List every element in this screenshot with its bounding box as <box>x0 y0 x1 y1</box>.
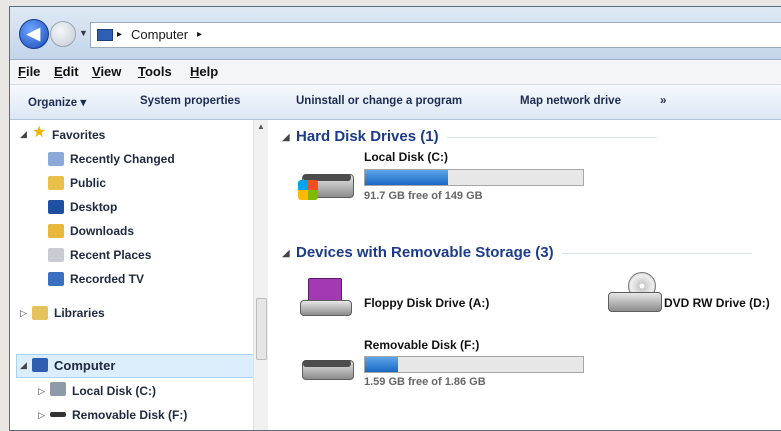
back-arrow-icon: ◀ <box>27 24 41 43</box>
group-removable-storage[interactable]: Devices with Removable Storage (3) <box>296 244 752 261</box>
back-button[interactable]: ◀ <box>19 19 49 49</box>
dvd-drive-icon <box>608 292 662 312</box>
recently-changed-icon <box>48 152 64 166</box>
map-network-drive-button[interactable]: Map network drive <box>520 95 621 107</box>
computer-icon <box>97 29 113 41</box>
public-folder-icon <box>48 176 64 190</box>
group-divider <box>561 252 752 254</box>
drive-a-name[interactable]: Floppy Disk Drive (A:) <box>364 296 489 310</box>
menu-view[interactable]: View <box>92 64 121 79</box>
downloads-icon <box>48 224 64 238</box>
address-box[interactable]: ▸ Computer ▸ <box>90 22 781 48</box>
group-divider <box>446 136 657 138</box>
drive-f-usage-fill <box>365 357 398 372</box>
nav-removable-disk[interactable]: Removable Disk (F:) <box>72 408 187 422</box>
drive-c-usage-fill <box>365 170 448 185</box>
drive-c-name[interactable]: Local Disk (C:) <box>364 150 448 164</box>
computer-selection-highlight <box>16 354 256 378</box>
nav-libraries[interactable]: Libraries <box>54 306 105 320</box>
scroll-up-icon[interactable]: ▲ <box>257 122 265 131</box>
breadcrumb-chevron-icon[interactable]: ▸ <box>197 29 202 40</box>
libraries-icon <box>32 306 48 320</box>
uninstall-program-button[interactable]: Uninstall or change a program <box>296 95 462 107</box>
recent-places-icon <box>48 248 64 262</box>
scrollbar-thumb[interactable] <box>256 298 267 360</box>
more-commands-button[interactable]: » <box>660 95 666 107</box>
group-removable-label: Devices with Removable Storage (3) <box>296 244 554 261</box>
nav-downloads[interactable]: Downloads <box>70 224 134 238</box>
computer-icon <box>32 358 48 372</box>
menu-file[interactable]: File <box>18 64 40 79</box>
collapse-removable-group-icon[interactable]: ◢ <box>282 248 290 259</box>
navigation-pane: ◢ ★ Favorites Recently Changed Public De… <box>10 120 260 430</box>
group-hard-disk-drives[interactable]: Hard Disk Drives (1) <box>296 128 657 145</box>
nav-public[interactable]: Public <box>70 176 106 190</box>
breadcrumb-separator-icon: ▸ <box>117 29 123 40</box>
nav-computer[interactable]: Computer <box>54 358 115 373</box>
drive-f-usage-bar <box>364 356 584 373</box>
nav-recently-changed[interactable]: Recently Changed <box>70 152 175 166</box>
nav-pane-scrollbar[interactable]: ▲ <box>253 120 268 430</box>
star-icon: ★ <box>32 124 47 141</box>
drive-f-name[interactable]: Removable Disk (F:) <box>364 338 479 352</box>
explorer-window: ◀ ▼ ▸ Computer ▸ File Edit View Tools He… <box>9 6 781 431</box>
removable-disk-drive-top <box>303 360 351 367</box>
nav-desktop[interactable]: Desktop <box>70 200 117 214</box>
organize-button[interactable]: Organize ▾ <box>28 95 86 109</box>
removable-disk-icon <box>50 412 66 417</box>
address-bar-area: ◀ ▼ ▸ Computer ▸ <box>10 7 781 60</box>
nav-recorded-tv[interactable]: Recorded TV <box>70 272 144 286</box>
nav-favorites[interactable]: Favorites <box>52 128 105 142</box>
floppy-drive-icon <box>300 300 352 316</box>
expand-local-disk-icon[interactable]: ▷ <box>38 386 45 397</box>
drive-d-name[interactable]: DVD RW Drive (D:) <box>664 296 770 310</box>
nav-recent-places[interactable]: Recent Places <box>70 248 151 262</box>
nav-local-disk[interactable]: Local Disk (C:) <box>72 384 156 398</box>
expand-libraries-icon[interactable]: ▷ <box>20 308 27 319</box>
forward-button[interactable] <box>50 21 76 47</box>
drive-c-usage-bar <box>364 169 584 186</box>
command-bar: Organize ▾ System properties Uninstall o… <box>10 85 781 120</box>
menu-help[interactable]: Help <box>190 64 218 79</box>
local-disk-icon <box>50 382 66 396</box>
collapse-hard-disk-group-icon[interactable]: ◢ <box>282 132 290 143</box>
content-pane: ◢ Hard Disk Drives (1) Local Disk (C:) 9… <box>268 120 781 430</box>
breadcrumb-computer[interactable]: Computer <box>131 27 188 42</box>
menu-bar: File Edit View Tools Help <box>10 60 781 85</box>
group-hard-disk-label: Hard Disk Drives (1) <box>296 128 439 145</box>
drive-f-free-space: 1.59 GB free of 1.86 GB <box>364 376 486 388</box>
recorded-tv-icon <box>48 272 64 286</box>
system-properties-button[interactable]: System properties <box>140 95 240 107</box>
drive-c-free-space: 91.7 GB free of 149 GB <box>364 190 483 202</box>
recent-pages-dropdown-icon[interactable]: ▼ <box>79 28 88 38</box>
desktop-icon <box>48 200 64 214</box>
menu-edit[interactable]: Edit <box>54 64 79 79</box>
expand-favorites-icon[interactable]: ◢ <box>20 129 27 140</box>
expand-removable-disk-icon[interactable]: ▷ <box>38 410 45 421</box>
expand-computer-icon[interactable]: ◢ <box>20 360 27 371</box>
windows-logo-icon <box>298 180 318 200</box>
menu-tools[interactable]: Tools <box>138 64 172 79</box>
